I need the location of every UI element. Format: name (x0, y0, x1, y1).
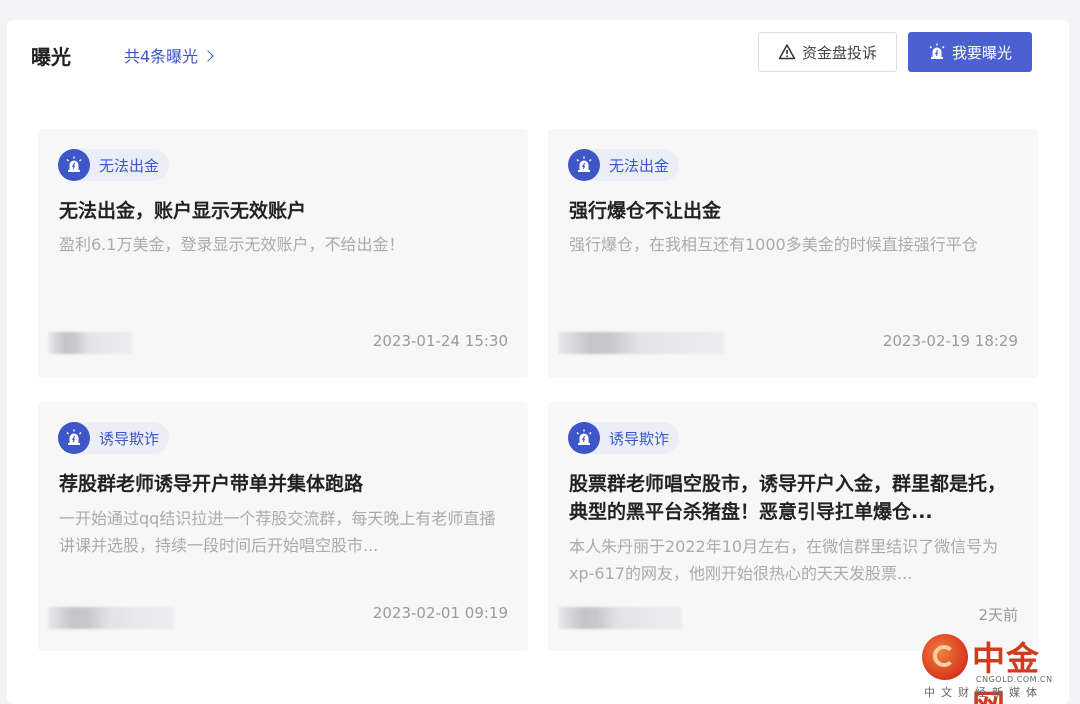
category-tag: 诱导欺诈 (568, 422, 680, 454)
category-tag-label: 诱导欺诈 (99, 429, 160, 448)
chevron-right-icon (202, 49, 214, 62)
card-description: 盈利6.1万美金，登录显示无效账户，不给出金！ (59, 235, 405, 254)
card-description: 一开始通过qq结识拉进一个荐股交流群，每天晚上有老师直播讲课并选股，持续一段时间… (59, 509, 496, 555)
cngold-watermark: 中金网 CNGOLD.COM.CN 中文财经新媒体 (922, 632, 1072, 704)
watermark-tagline: 中文财经新媒体 (924, 686, 1043, 699)
exposure-card[interactable]: 诱导欺诈 荐股群老师诱导开户带单并集体跑路 一开始通过qq结识拉进一个荐股交流群… (38, 402, 528, 651)
card-description: 强行爆仓，在我相互还有1000多美金的时候直接强行平仓 (569, 235, 978, 254)
category-tag-label: 无法出金 (99, 156, 160, 175)
expose-button-label: 我要曝光 (951, 43, 1012, 62)
card-title: 股票群老师唱空股市，诱导开户入金，群里都是托，典型的黑平台杀猪盘！恶意引导扛单爆… (569, 473, 1007, 523)
complain-button[interactable]: 资金盘投诉 (758, 32, 897, 72)
alarm-light-icon (58, 149, 90, 181)
exposure-count-link[interactable]: 共4条曝光 (124, 43, 214, 67)
card-title: 强行爆仓不让出金 (569, 200, 722, 222)
alarm-light-icon (568, 422, 600, 454)
card-title: 荐股群老师诱导开户带单并集体跑路 (59, 473, 364, 495)
section-title: 曝光 (31, 45, 71, 69)
blurred-username (48, 607, 174, 629)
exposure-header: 曝光 共4条曝光 资金盘投诉 我要曝光 (30, 32, 1050, 72)
card-date: 2023-02-19 18:29 (882, 332, 1018, 350)
warning-icon (778, 44, 796, 60)
alarm-light-icon (58, 422, 90, 454)
cngold-logo-icon (922, 634, 968, 680)
watermark-url: CNGOLD.COM.CN (976, 675, 1053, 684)
blurred-username (48, 332, 132, 354)
alarm-light-icon (929, 43, 945, 59)
exposure-card[interactable]: 无法出金 强行爆仓不让出金 强行爆仓，在我相互还有1000多美金的时候直接强行平… (548, 129, 1038, 378)
card-title: 无法出金，账户显示无效账户 (59, 200, 307, 222)
category-tag-label: 诱导欺诈 (609, 429, 670, 448)
card-date: 2023-02-01 09:19 (372, 604, 508, 622)
card-description: 本人朱丹丽于2022年10月左右，在微信群里结识了微信号为xp-617的网友，他… (569, 537, 999, 583)
category-tag-label: 无法出金 (609, 156, 670, 175)
blurred-username (558, 607, 682, 629)
category-tag: 无法出金 (58, 149, 170, 181)
card-date: 2天前 (978, 606, 1018, 624)
card-date: 2023-01-24 15:30 (372, 332, 508, 350)
exposure-card[interactable]: 无法出金 无法出金，账户显示无效账户 盈利6.1万美金，登录显示无效账户，不给出… (38, 129, 528, 378)
category-tag: 诱导欺诈 (58, 422, 170, 454)
exposure-card[interactable]: 诱导欺诈 股票群老师唱空股市，诱导开户入金，群里都是托，典型的黑平台杀猪盘！恶意… (548, 402, 1038, 651)
complain-button-label: 资金盘投诉 (801, 43, 877, 62)
blurred-username (558, 332, 724, 354)
alarm-light-icon (568, 149, 600, 181)
exposure-count-label: 共4条曝光 (124, 47, 199, 66)
expose-button[interactable]: 我要曝光 (908, 32, 1032, 72)
category-tag: 无法出金 (568, 149, 680, 181)
